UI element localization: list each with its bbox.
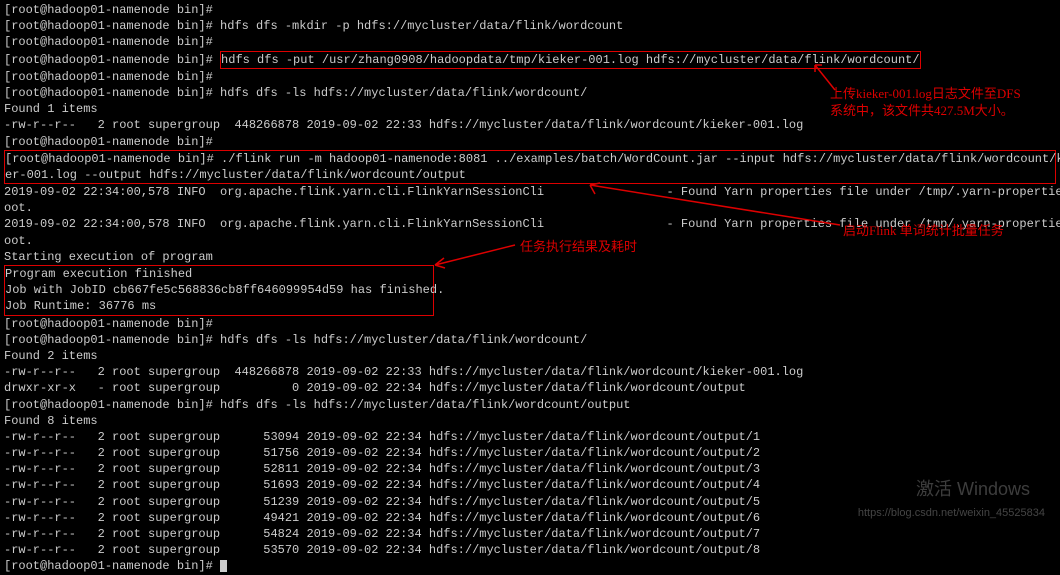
terminal-line: [root@hadoop01-namenode bin]# xyxy=(4,34,1056,50)
terminal-line: -rw-r--r-- 2 root supergroup 54824 2019-… xyxy=(4,526,1056,542)
terminal-line: drwxr-xr-x - root supergroup 0 2019-09-0… xyxy=(4,380,1056,396)
terminal-line: [root@hadoop01-namenode bin]# hdfs dfs -… xyxy=(4,332,1056,348)
terminal-line: Found 8 items xyxy=(4,413,1056,429)
watermark-url: https://blog.csdn.net/weixin_45525834 xyxy=(858,506,1045,521)
terminal-line: [root@hadoop01-namenode bin]# ./flink ru… xyxy=(5,151,1055,167)
terminal-cursor[interactable] xyxy=(220,560,227,572)
terminal-line: [root@hadoop01-namenode bin]# xyxy=(4,558,1056,574)
terminal-line: [root@hadoop01-namenode bin]# hdfs dfs -… xyxy=(4,397,1056,413)
terminal-line: oot. xyxy=(4,200,1056,216)
annotation-start: 启动Flink 单词统计批量任务 xyxy=(843,222,1004,240)
annotation-upload: 上传kieker-001.log日志文件至DFS xyxy=(830,85,1021,103)
arrow-icon xyxy=(430,240,520,270)
terminal-line: [root@hadoop01-namenode bin]# xyxy=(4,69,1056,85)
annotation-upload2: 系统中，该文件共427.5M大小。 xyxy=(830,102,1014,120)
terminal-line: Job with JobID cb667fe5c568836cb8ff64609… xyxy=(5,282,433,298)
terminal-line: Program execution finished xyxy=(5,266,433,282)
watermark-activate: 激活 Windows xyxy=(916,477,1030,501)
terminal-line: -rw-r--r-- 2 root supergroup 51756 2019-… xyxy=(4,445,1056,461)
terminal-line: [root@hadoop01-namenode bin]# xyxy=(4,134,1056,150)
terminal-line: -rw-r--r-- 2 root supergroup 53570 2019-… xyxy=(4,542,1056,558)
arrow-icon xyxy=(585,180,845,230)
highlight-flink-run: [root@hadoop01-namenode bin]# ./flink ru… xyxy=(4,150,1056,184)
terminal-line: -rw-r--r-- 2 root supergroup 448266878 2… xyxy=(4,364,1056,380)
terminal-line: [root@hadoop01-namenode bin]# xyxy=(4,2,1056,18)
terminal-line: [root@hadoop01-namenode bin]# hdfs dfs -… xyxy=(4,51,1056,69)
terminal-line: [root@hadoop01-namenode bin]# xyxy=(4,316,1056,332)
terminal-line: er-001.log --output hdfs://mycluster/dat… xyxy=(5,167,1055,183)
terminal-line: 2019-09-02 22:34:00,578 INFO org.apache.… xyxy=(4,184,1056,200)
terminal-line: -rw-r--r-- 2 root supergroup 51693 2019-… xyxy=(4,477,1056,493)
terminal-line: [root@hadoop01-namenode bin]# hdfs dfs -… xyxy=(4,18,1056,34)
annotation-result: 任务执行结果及耗时 xyxy=(520,238,637,256)
terminal-line: -rw-r--r-- 2 root supergroup 52811 2019-… xyxy=(4,461,1056,477)
terminal-line: -rw-r--r-- 2 root supergroup 53094 2019-… xyxy=(4,429,1056,445)
terminal-line: Job Runtime: 36776 ms xyxy=(5,298,433,314)
terminal-line: -rw-r--r-- 2 root supergroup 448266878 2… xyxy=(4,117,1056,133)
terminal-line: Found 2 items xyxy=(4,348,1056,364)
highlight-job-result: Program execution finished Job with JobI… xyxy=(4,265,434,316)
